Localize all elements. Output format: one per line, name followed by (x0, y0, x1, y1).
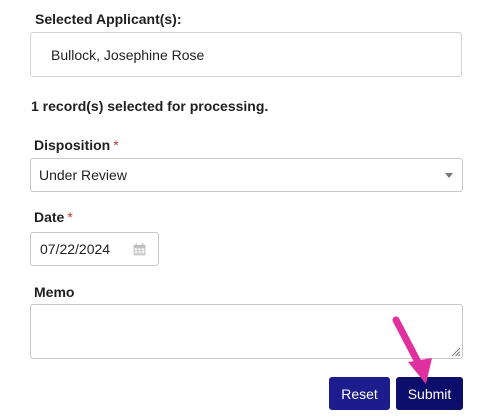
resize-grip-icon[interactable] (449, 345, 461, 357)
required-marker: * (113, 137, 119, 153)
applicants-label: Selected Applicant(s): (35, 11, 182, 27)
disposition-selected-value: Under Review (39, 167, 127, 183)
reset-button[interactable]: Reset (329, 377, 390, 410)
required-marker: * (67, 209, 73, 225)
date-label: Date * (34, 209, 73, 225)
disposition-label: Disposition * (34, 137, 119, 153)
date-value: 07/22/2024 (40, 241, 111, 257)
memo-label-text: Memo (34, 284, 75, 300)
chevron-down-icon (445, 173, 453, 178)
disposition-form: Selected Applicant(s): Bullock, Josephin… (0, 0, 495, 420)
applicants-label-text: Selected Applicant(s): (35, 11, 182, 27)
disposition-select[interactable]: Under Review (30, 158, 463, 192)
date-label-text: Date (34, 209, 65, 225)
date-input[interactable]: 07/22/2024 (30, 232, 159, 266)
calendar-icon[interactable] (133, 243, 146, 256)
pointer-arrow-icon (392, 316, 432, 384)
selection-status-text: 1 record(s) selected for processing. (31, 98, 269, 114)
disposition-label-text: Disposition (34, 137, 111, 153)
memo-label: Memo (34, 284, 74, 300)
applicant-name: Bullock, Josephine Rose (51, 46, 205, 63)
selected-applicants-box: Bullock, Josephine Rose (30, 32, 462, 77)
